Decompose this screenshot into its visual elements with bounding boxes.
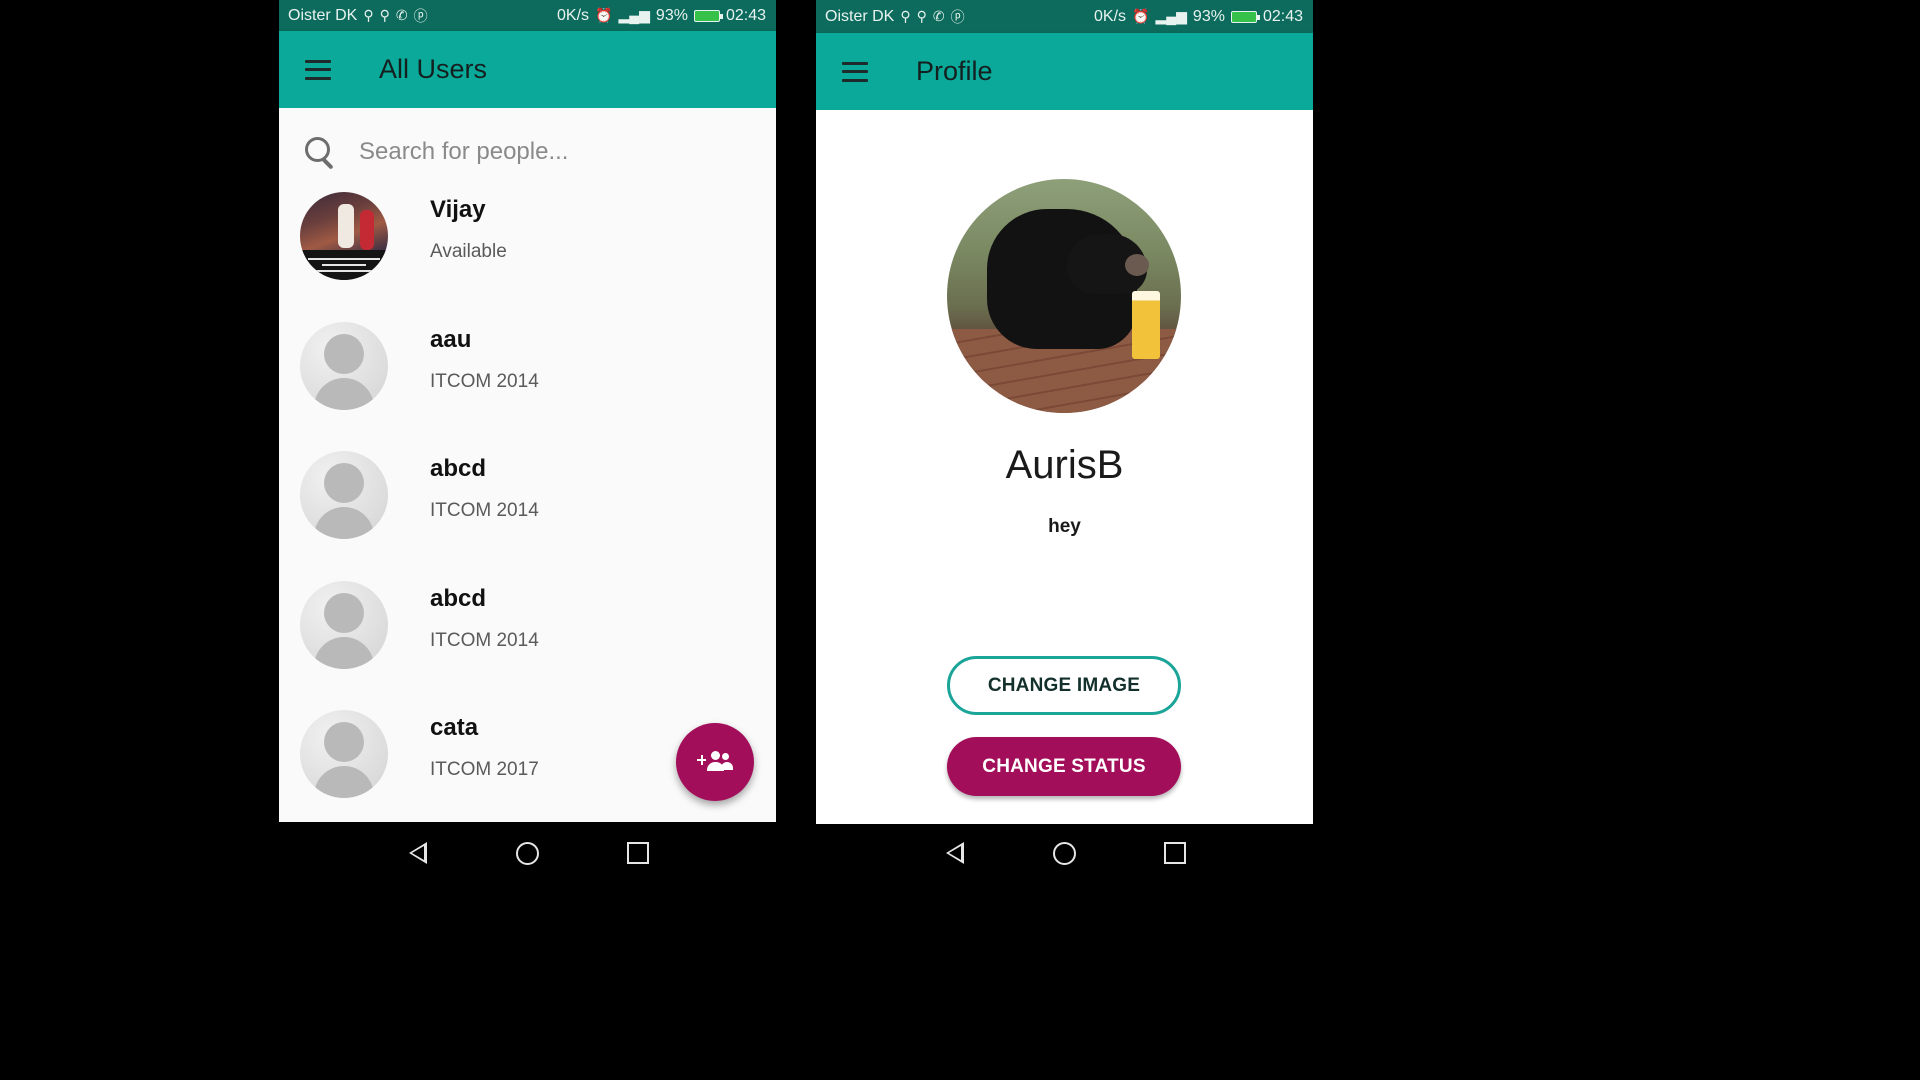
recent-apps-icon[interactable] [627,842,649,864]
clock: 02:43 [725,6,766,24]
list-item[interactable]: abcd ITCOM 2014 [279,580,776,711]
clock: 02:43 [1262,7,1303,25]
user-name: Vijay [430,196,486,223]
page-title: All Users [379,54,488,84]
app-bar: All Users [279,31,776,108]
user-name: aau [430,325,472,353]
call-icon: ✆ [395,7,408,23]
user-status: ITCOM 2014 [430,629,539,651]
add-friend-icon [697,749,733,775]
back-icon[interactable] [409,842,427,864]
profile-content: AurisB hey CHANGE IMAGE CHANGE STATUS [816,110,1313,824]
battery-icon [1230,10,1260,23]
menu-icon[interactable] [305,59,331,80]
pinterest-icon: ⓟ [413,7,428,24]
home-icon[interactable] [516,842,539,865]
profile-screen: Oister DK ⚲ ⚲ ✆ ⓟ 0K/s ⏰ ▂▄▆ 93% 02:43 P… [816,0,1313,882]
user-status: ITCOM 2014 [430,500,539,521]
back-icon[interactable] [946,842,964,864]
avatar [300,710,388,798]
user-status: ITCOM 2017 [430,759,539,780]
user-name: abcd [430,455,487,482]
page-title: Profile [916,56,993,86]
call-icon: ✆ [932,8,945,24]
usb-icon: ⚲ [900,8,911,24]
home-icon[interactable] [1053,842,1076,865]
network-speed: 0K/s [1094,7,1127,25]
avatar [300,580,388,669]
carrier-label: Oister DK [825,7,895,25]
usb-icon: ⚲ [363,7,374,23]
alarm-icon: ⏰ [595,7,613,23]
avatar [300,321,388,410]
pinterest-icon: ⓟ [950,8,965,25]
search-bar [303,132,752,172]
navigation-bar [816,824,1313,882]
users-content: Vijay Available aau ITCOM 2014 abcd ITCO… [279,108,776,822]
battery-percent: 93% [1192,7,1225,25]
network-speed: 0K/s [557,6,590,24]
carrier-label: Oister DK [288,6,358,24]
user-status: Available [430,241,507,262]
recent-apps-icon[interactable] [1164,842,1186,864]
alarm-icon: ⏰ [1132,8,1150,24]
profile-status: hey [1048,516,1081,537]
search-input[interactable] [357,137,741,167]
signal-icon: ▂▄▆ [1155,8,1187,24]
search-icon[interactable] [303,135,337,170]
battery-percent: 93% [655,6,688,24]
usb-icon: ⚲ [916,8,927,24]
users-screen: Oister DK ⚲ ⚲ ✆ ⓟ 0K/s ⏰ ▂▄▆ 93% 02:43 A… [279,0,776,882]
user-name: abcd [430,584,487,612]
list-item[interactable]: abcd ITCOM 2014 [279,451,776,581]
signal-icon: ▂▄▆ [618,7,650,23]
usb-icon: ⚲ [379,7,390,23]
list-item[interactable]: aau ITCOM 2014 [279,321,776,452]
app-bar: Profile [816,33,1313,110]
avatar [300,192,388,280]
user-name: cata [430,714,479,741]
profile-avatar [947,179,1181,413]
user-status: ITCOM 2014 [430,370,539,392]
list-item[interactable]: Vijay Available [279,192,776,322]
add-friend-button[interactable] [676,723,754,801]
profile-name: AurisB [1005,443,1124,487]
change-image-button[interactable]: CHANGE IMAGE [947,656,1181,715]
menu-icon[interactable] [842,61,868,82]
status-bar: Oister DK ⚲ ⚲ ✆ ⓟ 0K/s ⏰ ▂▄▆ 93% 02:43 [816,0,1313,33]
battery-icon [693,9,723,22]
change-status-button[interactable]: CHANGE STATUS [947,737,1181,796]
status-bar: Oister DK ⚲ ⚲ ✆ ⓟ 0K/s ⏰ ▂▄▆ 93% 02:43 [279,0,776,31]
navigation-bar [279,824,776,882]
avatar [300,451,388,539]
